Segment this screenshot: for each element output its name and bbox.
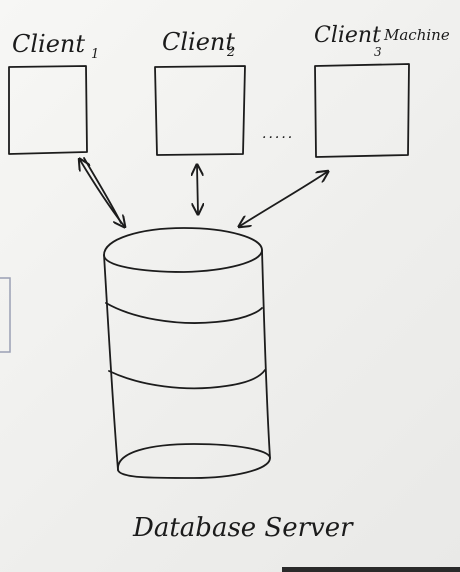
cylinder-right-side bbox=[261, 249, 271, 459]
client-2-node: Client 2 bbox=[154, 28, 246, 156]
client-3-box bbox=[314, 63, 410, 158]
cylinder-left-side bbox=[103, 254, 119, 471]
client-3-subscript: 3 bbox=[374, 45, 382, 59]
diagram-canvas: Client 1 Client 2 Client 3 Machine ·····… bbox=[0, 23, 460, 572]
margin-frame-fragment bbox=[0, 277, 11, 353]
arrow-client-1-double-stroke bbox=[83, 157, 122, 224]
database-server-label: Database Server bbox=[132, 513, 354, 543]
cylinder-band-1 bbox=[105, 302, 263, 324]
cylinder-band-2 bbox=[108, 369, 266, 390]
connection-arrows bbox=[80, 158, 327, 226]
more-clients-ellipsis: ····· bbox=[262, 130, 294, 146]
cylinder-bottom-ellipse bbox=[117, 443, 271, 479]
cylinder-top-ellipse bbox=[103, 227, 263, 273]
whiteboard: Client 1 Client 2 Client 3 Machine ·····… bbox=[0, 0, 460, 572]
arrow-client-2-database bbox=[197, 166, 198, 213]
client-1-subscript: 1 bbox=[91, 47, 99, 62]
client-2-subscript: 2 bbox=[226, 45, 235, 60]
client-3-label: Client bbox=[314, 23, 381, 48]
database-cylinder bbox=[103, 227, 271, 479]
client-1-node: Client 1 bbox=[8, 30, 99, 155]
arrow-client-3-database bbox=[240, 172, 327, 226]
client-1-label: Client bbox=[12, 30, 85, 58]
client-2-label: Client bbox=[162, 28, 235, 56]
client-2-box bbox=[154, 65, 246, 156]
bottom-edge-strip bbox=[282, 567, 460, 572]
client-3-node: Client 3 Machine bbox=[314, 23, 450, 158]
client-3-machine-label: Machine bbox=[383, 26, 450, 44]
client-1-box bbox=[8, 65, 88, 155]
